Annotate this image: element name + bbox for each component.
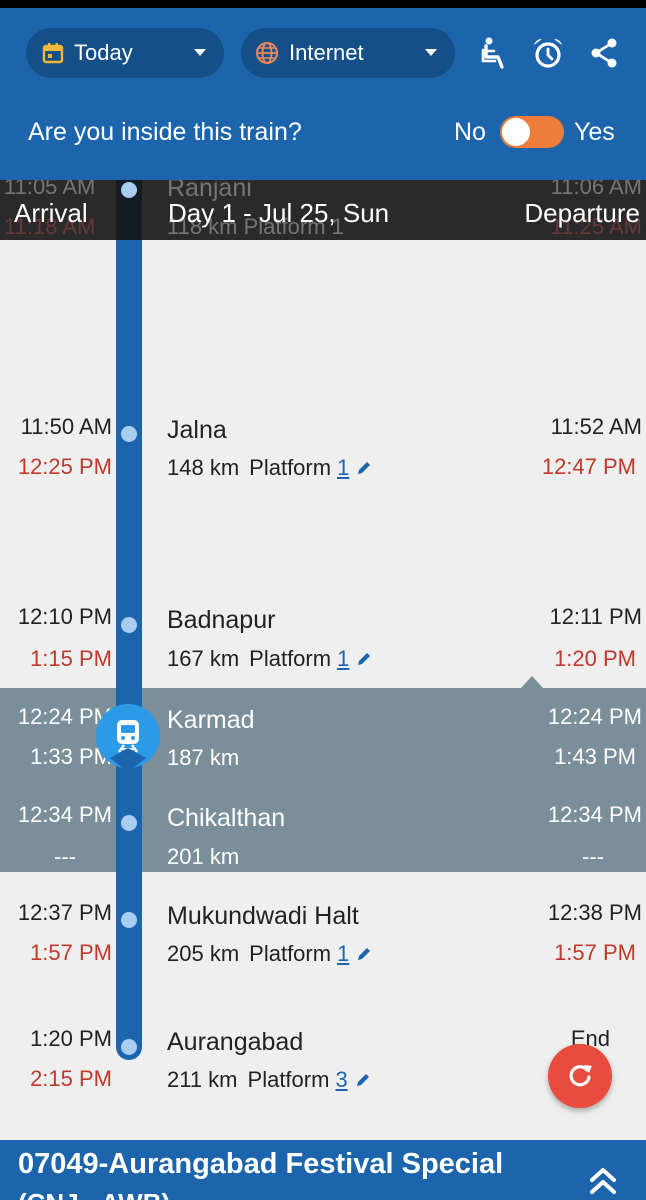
arrival-scheduled: 12:34 PM	[17, 802, 112, 827]
edit-pencil-icon[interactable]	[355, 650, 373, 668]
platform-label: Platform	[249, 941, 332, 966]
refresh-button[interactable]	[548, 1044, 612, 1108]
station-info: 148 km Platform 1	[167, 455, 373, 481]
platform-number-link[interactable]: 1	[337, 646, 349, 672]
station-dot	[121, 182, 137, 198]
alarm-icon[interactable]	[530, 35, 566, 71]
departure-actual: ---	[582, 844, 604, 869]
arrival-actual: 2:15 PM	[30, 1066, 112, 1091]
station-dot	[121, 617, 137, 633]
date-select[interactable]: Today	[26, 28, 224, 78]
station-name: Jalna	[167, 416, 227, 444]
inside-train-toggle[interactable]	[500, 116, 564, 148]
station-info: 167 km Platform 1	[167, 646, 373, 672]
share-icon[interactable]	[587, 35, 623, 71]
station-distance: 211 km	[167, 1067, 238, 1092]
departure-scheduled: 12:11 PM	[549, 604, 642, 629]
train-marker-pointer	[110, 748, 146, 772]
day-date-label: Day 1 - Jul 25, Sun	[168, 198, 390, 228]
departure-actual: 1:20 PM	[554, 646, 636, 671]
station-name: Mukundwadi Halt	[167, 902, 359, 930]
departure-scheduled: 11:52 AM	[550, 414, 642, 439]
station-info: 201 km	[167, 844, 239, 870]
station-dot	[121, 912, 137, 928]
day-header: 11:05 AM 11:18 AM Ranjani 118 km Platfor…	[0, 180, 646, 240]
arrival-scheduled: 11:50 AM	[20, 414, 112, 439]
toggle-knob	[502, 118, 530, 146]
station-name: Badnapur	[167, 606, 276, 634]
source-select-label: Internet	[289, 40, 364, 65]
globe-icon	[256, 42, 278, 64]
platform-number-link[interactable]: 1	[337, 941, 349, 967]
train-info-bar[interactable]: 07049-Aurangabad Festival Special (CNJ -…	[0, 1140, 646, 1200]
arrival-actual: 1:15 PM	[30, 646, 112, 671]
station-info: 205 km Platform 1	[167, 941, 373, 967]
inside-train-no-label: No	[454, 118, 486, 146]
current-band-notch	[521, 676, 543, 688]
calendar-icon	[42, 43, 64, 64]
departure-scheduled: 12:34 PM	[547, 802, 642, 827]
station-info: 187 km	[167, 745, 239, 771]
platform-number-link[interactable]: 3	[335, 1067, 347, 1093]
double-chevron-up-icon[interactable]	[588, 1162, 618, 1196]
date-select-label: Today	[74, 40, 133, 65]
inside-train-question: Are you inside this train?	[28, 118, 302, 146]
platform-label: Platform	[247, 1067, 330, 1092]
station-dot	[121, 426, 137, 442]
departure-actual: 1:43 PM	[554, 744, 636, 769]
platform-number-link[interactable]: 1	[337, 455, 349, 481]
station-name: Karmad	[167, 706, 255, 734]
station-name: Aurangabad	[167, 1028, 304, 1056]
inside-train-yes-label: Yes	[574, 118, 615, 146]
arrival-scheduled: 12:10 PM	[17, 604, 112, 629]
departure-column-header: Departure	[524, 198, 640, 228]
station-distance: 187 km	[167, 745, 240, 770]
train-title: 07049-Aurangabad Festival Special	[18, 1148, 504, 1180]
station-distance: 201 km	[167, 844, 240, 869]
station-name: Chikalthan	[167, 804, 286, 832]
chevron-down-icon	[194, 49, 206, 56]
arrival-column-header: Arrival	[14, 198, 88, 228]
station-distance: 148 km	[167, 455, 240, 480]
seat-icon[interactable]	[476, 35, 512, 71]
train-route-code: (CNJ - AWB)	[18, 1188, 170, 1200]
arrival-actual: ---	[54, 844, 76, 869]
arrival-scheduled: 12:37 PM	[17, 900, 112, 925]
prev-arrival-scheduled: 11:05 AM	[4, 180, 96, 199]
arrival-scheduled: 1:20 PM	[30, 1026, 112, 1051]
departure-actual: 1:57 PM	[554, 940, 636, 965]
top-bar: Today Internet Are you inside this train…	[0, 8, 646, 180]
prev-departure-scheduled: 11:06 AM	[550, 180, 642, 199]
platform-label: Platform	[249, 646, 332, 671]
arrival-actual: 1:57 PM	[30, 940, 112, 965]
departure-actual: 12:47 PM	[541, 454, 636, 479]
station-distance: 167 km	[167, 646, 240, 671]
platform-label: Platform	[249, 455, 332, 480]
arrival-actual: 12:25 PM	[17, 454, 112, 479]
refresh-icon	[569, 1065, 592, 1087]
edit-pencil-icon[interactable]	[354, 1071, 372, 1089]
departure-scheduled: 12:38 PM	[547, 900, 642, 925]
station-distance: 205 km	[167, 941, 240, 966]
edit-pencil-icon[interactable]	[355, 945, 373, 963]
station-dot	[121, 1039, 137, 1055]
source-select[interactable]: Internet	[241, 28, 455, 78]
station-dot	[121, 815, 137, 831]
station-info: 211 km Platform 3	[167, 1067, 372, 1093]
chevron-down-icon	[425, 49, 437, 56]
edit-pencil-icon[interactable]	[355, 459, 373, 477]
departure-scheduled: 12:24 PM	[547, 704, 642, 729]
status-bar	[0, 0, 646, 8]
